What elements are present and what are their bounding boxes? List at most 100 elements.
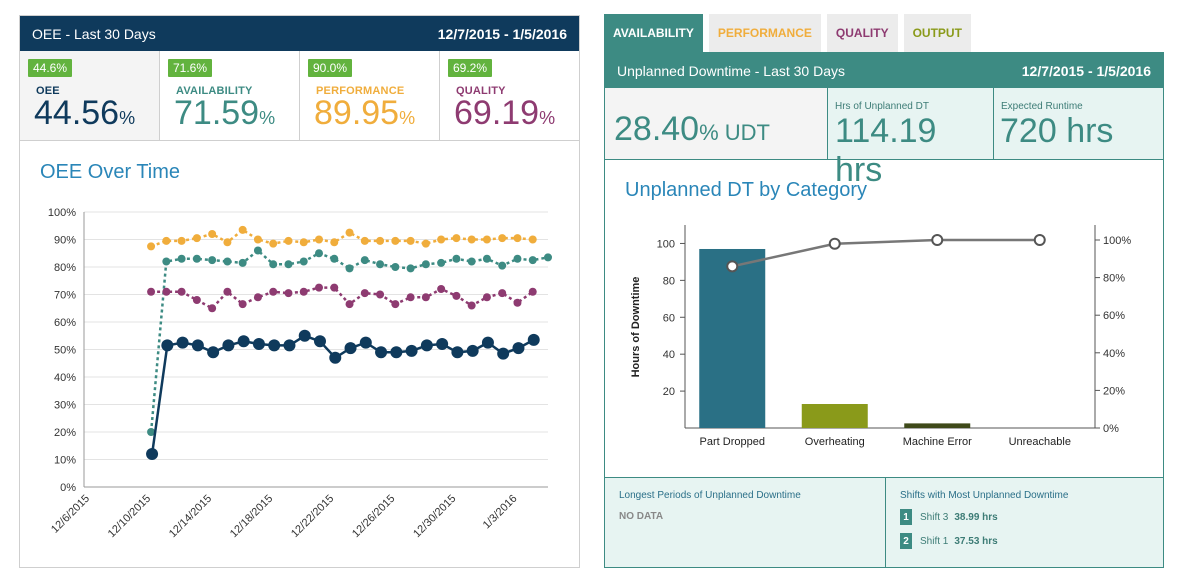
tab-availability[interactable]: AVAILABILITY <box>604 14 703 52</box>
data-point <box>513 254 522 263</box>
data-point <box>223 287 232 296</box>
x-tick-label: 12/22/2015 <box>289 493 336 540</box>
data-point <box>330 238 339 247</box>
data-point <box>391 263 400 271</box>
data-point <box>390 346 403 359</box>
data-point <box>467 235 476 244</box>
kpi-unit: % <box>539 108 556 128</box>
x-tick-label: 12/14/2015 <box>167 493 214 540</box>
data-point <box>360 256 369 265</box>
y-tick-label: 40 <box>663 349 675 361</box>
data-point <box>192 234 201 243</box>
udt-number: 28.40 <box>614 110 700 148</box>
data-point <box>330 283 339 292</box>
data-point <box>268 339 281 352</box>
kpi-number: 89.95 <box>314 94 400 132</box>
data-point <box>223 238 232 247</box>
data-point <box>405 344 418 357</box>
y-axis-label: Hours of Downtime <box>630 277 642 378</box>
longest-periods-title: Longest Periods of Unplanned Downtime <box>619 490 801 501</box>
data-point <box>498 289 507 298</box>
runtime-unit: hrs <box>1066 112 1114 150</box>
data-point <box>345 228 354 237</box>
data-point <box>161 339 174 352</box>
data-point <box>451 346 464 359</box>
category-pareto-chart: 20 40 60 80 100 0% 20% 40% 60% 80% 100% Hours of Do… <box>630 225 1131 448</box>
tab-quality[interactable]: QUALITY <box>826 14 898 52</box>
kpi-performance[interactable]: 90.0% PERFORMANCE 89.95% <box>300 51 440 140</box>
data-point <box>284 236 293 245</box>
data-point <box>208 230 217 238</box>
data-point <box>406 236 415 245</box>
data-point <box>298 329 311 342</box>
oee-panel: OEE - Last 30 Days 12/7/2015 - 1/5/2016 … <box>19 15 580 568</box>
y-tick-label: 100% <box>48 207 76 219</box>
shift-row[interactable]: 2 Shift 1 37.53 hrs <box>900 533 1163 549</box>
top-shifts-section: Shifts with Most Unplanned Downtime 1 Sh… <box>886 478 1163 567</box>
kpi-availability[interactable]: 71.6% AVAILABILITY 71.59% <box>160 51 300 140</box>
data-point <box>482 254 491 263</box>
data-point <box>253 246 262 255</box>
y-tick-label: 90% <box>54 235 76 247</box>
y-tick-label: 60 <box>663 312 675 324</box>
data-point <box>498 234 507 243</box>
data-point <box>467 301 476 310</box>
hrs-unplanned-label: Hrs of Unplanned DT <box>835 101 929 112</box>
udt-percent-value: 28.40% UDT <box>614 110 770 149</box>
kpi-badge: 69.2% <box>448 59 493 77</box>
data-point <box>391 236 400 245</box>
data-point <box>437 235 446 244</box>
data-point <box>192 296 201 304</box>
kpi-unit: % <box>119 108 136 128</box>
data-point <box>452 291 461 300</box>
category-label: Part Dropped <box>700 436 765 448</box>
data-point <box>544 253 552 262</box>
x-tick-label: 12/30/2015 <box>411 493 458 540</box>
data-point <box>421 239 430 248</box>
kpi-value: 69.19% <box>454 96 579 135</box>
data-point <box>391 300 400 309</box>
data-point <box>359 336 372 349</box>
x-tick-label: 1/3/2016 <box>481 493 520 532</box>
data-point <box>467 257 476 266</box>
data-point <box>360 236 369 245</box>
x-tick-label: 12/6/2015 <box>49 493 92 536</box>
data-point <box>376 260 385 269</box>
downtime-panel: Unplanned Downtime - Last 30 Days 12/7/2… <box>604 52 1164 568</box>
tab-performance[interactable]: PERFORMANCE <box>708 14 821 52</box>
bar <box>801 404 868 428</box>
hrs-number: 114.19 <box>835 112 937 150</box>
data-point <box>452 234 461 243</box>
oee-panel-header: OEE - Last 30 Days 12/7/2015 - 1/5/2016 <box>20 16 579 51</box>
x-tick-label: 12/26/2015 <box>350 493 397 540</box>
data-point <box>162 236 171 245</box>
y2-tick-label: 20% <box>1103 385 1125 397</box>
tab-output[interactable]: OUTPUT <box>903 14 971 52</box>
kpi-oee[interactable]: 44.6% OEE 44.56% <box>20 51 160 140</box>
data-point <box>497 347 510 360</box>
y-tick-label: 0% <box>60 482 76 494</box>
data-point <box>330 254 339 263</box>
downtime-details: Longest Periods of Unplanned Downtime NO… <box>605 477 1163 567</box>
data-point <box>481 336 494 349</box>
data-point <box>452 254 461 263</box>
kpi-quality[interactable]: 69.2% QUALITY 69.19% <box>440 51 579 140</box>
kpi-badge: 90.0% <box>308 59 353 77</box>
shift-row[interactable]: 1 Shift 3 38.99 hrs <box>900 509 1163 525</box>
udt-stats-row: 28.40% UDT Hrs of Unplanned DT 114.19 hr… <box>605 88 1163 189</box>
x-tick-label: 12/10/2015 <box>106 493 153 540</box>
kpi-unit: % <box>399 108 416 128</box>
data-point <box>421 293 430 302</box>
downtime-date-range: 12/7/2015 - 1/5/2016 <box>1021 62 1151 79</box>
data-point <box>315 249 323 258</box>
data-point <box>421 260 430 269</box>
kpi-number: 71.59 <box>174 94 260 132</box>
tab-bar: AVAILABILITY PERFORMANCE QUALITY OUTPUT <box>604 14 977 52</box>
y-tick-label: 10% <box>54 455 76 467</box>
shift-name: Shift 1 <box>920 535 949 547</box>
bar <box>699 248 766 428</box>
data-point <box>528 256 537 265</box>
expected-runtime-cell: Expected Runtime 720 hrs <box>994 88 1163 159</box>
data-point <box>513 298 522 307</box>
data-point <box>252 338 265 350</box>
